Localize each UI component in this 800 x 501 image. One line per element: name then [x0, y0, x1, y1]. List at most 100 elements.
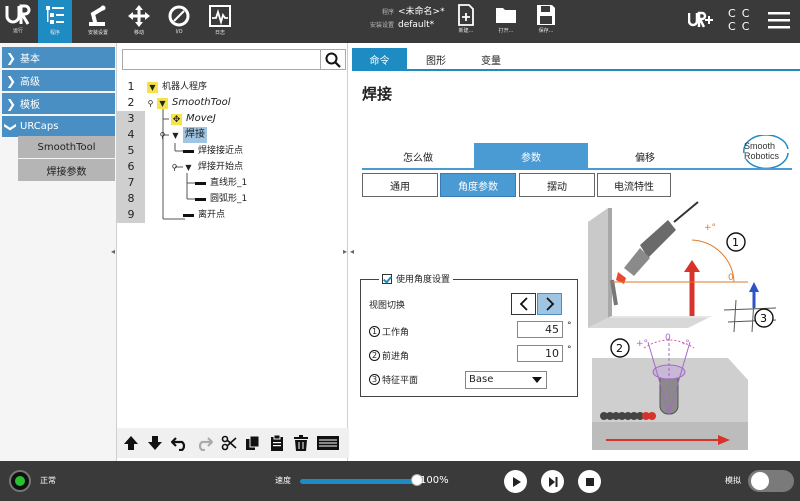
installation-tab[interactable]: 安装设置: [80, 0, 116, 43]
subtab-angle-params[interactable]: 角度参数: [440, 173, 516, 197]
io-tab[interactable]: I/O: [162, 0, 196, 43]
open-file-button[interactable]: 打开...: [490, 0, 522, 43]
nav-sub-weld-params[interactable]: 焊接参数: [18, 159, 115, 181]
move-up-button[interactable]: [121, 433, 141, 453]
tab-how-to[interactable]: 怎么做: [362, 143, 474, 169]
program-tab[interactable]: 程序: [38, 0, 72, 43]
speed-label: 速度: [275, 476, 291, 485]
waypoint-icon: [183, 146, 194, 157]
main-tabs: 命令 图形 变量: [352, 48, 800, 71]
nav-item-label: 模板: [20, 100, 40, 111]
stop-icon: [585, 477, 594, 486]
nav-item-advanced[interactable]: ❯ 高级: [2, 70, 115, 91]
move-down-button[interactable]: [145, 433, 165, 453]
nav-item-label: URCaps: [20, 121, 59, 132]
tree-node-movej[interactable]: MoveJ: [186, 111, 216, 127]
simulation-label: 模拟: [725, 476, 741, 485]
tab-label: 图形: [426, 56, 446, 67]
smooth-robotics-logo: Smooth Robotics: [740, 135, 792, 171]
degree-unit: °: [567, 345, 572, 355]
tab-label: 电流特性: [614, 181, 654, 193]
cut-button[interactable]: [219, 433, 239, 453]
move-node-icon: ✥: [171, 114, 182, 125]
tab-label: 变量: [481, 56, 501, 67]
nav-item-basic[interactable]: ❯ 基本: [2, 47, 115, 68]
scissors-icon: [221, 435, 237, 451]
feature-plane-row: 3 特征平面: [369, 373, 418, 386]
collapse-triangle-icon[interactable]: ▼: [183, 162, 194, 173]
waypoint-icon: [195, 194, 206, 205]
tab-offset[interactable]: 偏移: [588, 143, 702, 169]
feature-plane-value: Base: [469, 374, 494, 385]
save-file-button[interactable]: 保存...: [530, 0, 562, 43]
tree-node-robot-program[interactable]: 机器人程序: [162, 79, 207, 95]
collapse-tree-handle[interactable]: ◂: [348, 247, 356, 257]
collapse-triangle-icon[interactable]: ▼: [170, 130, 181, 141]
view-next-button[interactable]: [537, 293, 562, 315]
view-prev-button[interactable]: [511, 293, 536, 315]
redo-button[interactable]: [194, 433, 214, 453]
status-label: 正常: [40, 476, 56, 485]
delete-button[interactable]: [291, 433, 311, 453]
breakpoint-pin-icon: ⚲: [147, 99, 154, 108]
stop-button[interactable]: [578, 470, 601, 493]
log-tab[interactable]: 日志: [203, 0, 237, 43]
checkbox[interactable]: [382, 273, 392, 284]
circled-number: 2: [369, 350, 380, 361]
breakpoint-pin-icon: ⚲: [159, 131, 166, 140]
tab-label: 通用: [390, 181, 410, 193]
save-file-label: 保存...: [538, 28, 554, 34]
speed-value: 100%: [420, 475, 449, 486]
run-tab[interactable]: 运行: [0, 0, 36, 43]
subtab-current[interactable]: 电流特性: [597, 173, 671, 197]
suppress-button[interactable]: [315, 433, 341, 453]
clipboard-icon: [271, 435, 283, 451]
tab-parameters[interactable]: 参数: [474, 143, 588, 169]
simulation-toggle[interactable]: [748, 470, 794, 492]
view-switch-label: 视图切换: [369, 301, 406, 311]
undo-button[interactable]: [170, 433, 190, 453]
nav-sub-smoothtool[interactable]: SmoothTool: [18, 136, 115, 158]
use-angle-checkbox[interactable]: 使用角度设置: [379, 272, 454, 285]
copy-button[interactable]: [243, 433, 263, 453]
chevron-down-icon: [532, 377, 542, 383]
travel-angle-input[interactable]: 10: [517, 345, 563, 362]
play-button[interactable]: [504, 470, 527, 493]
status-indicator-icon[interactable]: [9, 470, 31, 492]
ur-plus-button[interactable]: [687, 11, 714, 32]
subtab-weave[interactable]: 摆动: [519, 173, 595, 197]
waypoint-icon: [183, 210, 194, 221]
chevron-right-icon: ❯: [5, 73, 17, 88]
install-name: default*: [398, 20, 435, 30]
nav-item-templates[interactable]: ❯ 模板: [2, 93, 115, 114]
program-key: 程序: [381, 9, 394, 16]
move-tab[interactable]: 移动: [122, 0, 156, 43]
step-button[interactable]: [541, 470, 564, 493]
nav-item-urcaps[interactable]: ❯ URCaps: [2, 116, 115, 137]
io-tab-label: I/O: [175, 29, 183, 35]
waypoint-icon: [195, 178, 206, 189]
tree-node-linear[interactable]: 直线形_1: [210, 175, 247, 191]
hamburger-menu-button[interactable]: [768, 11, 790, 32]
tree-node-arc[interactable]: 圆弧形_1: [210, 191, 247, 207]
feature-plane-select[interactable]: Base: [465, 371, 547, 389]
new-file-label: 新建...: [458, 28, 474, 34]
tree-node-start-point[interactable]: 焊接开始点: [198, 159, 243, 175]
install-key: 安装设置: [369, 22, 394, 29]
copy-icon: [246, 435, 260, 450]
work-angle-input[interactable]: 45: [517, 321, 563, 338]
tree-node-approach-point[interactable]: 焊接接近点: [198, 143, 243, 159]
tab-variables[interactable]: 变量: [467, 48, 515, 71]
paste-button[interactable]: [267, 433, 287, 453]
subtab-general[interactable]: 通用: [362, 173, 438, 197]
tree-node-weld[interactable]: 焊接: [183, 127, 207, 143]
tab-command[interactable]: 命令: [352, 48, 407, 71]
tree-node-smoothtool[interactable]: SmoothTool: [172, 95, 230, 111]
tree-node-leave-point[interactable]: 离开点: [198, 207, 225, 223]
new-file-button[interactable]: 新建...: [450, 0, 482, 43]
collapse-triangle-icon[interactable]: ▼: [157, 98, 168, 109]
collapse-triangle-icon[interactable]: ▼: [147, 82, 158, 93]
speed-slider-track[interactable]: [300, 479, 417, 484]
tab-graphics[interactable]: 图形: [412, 48, 460, 71]
chevron-right-icon: ❯: [5, 50, 17, 65]
